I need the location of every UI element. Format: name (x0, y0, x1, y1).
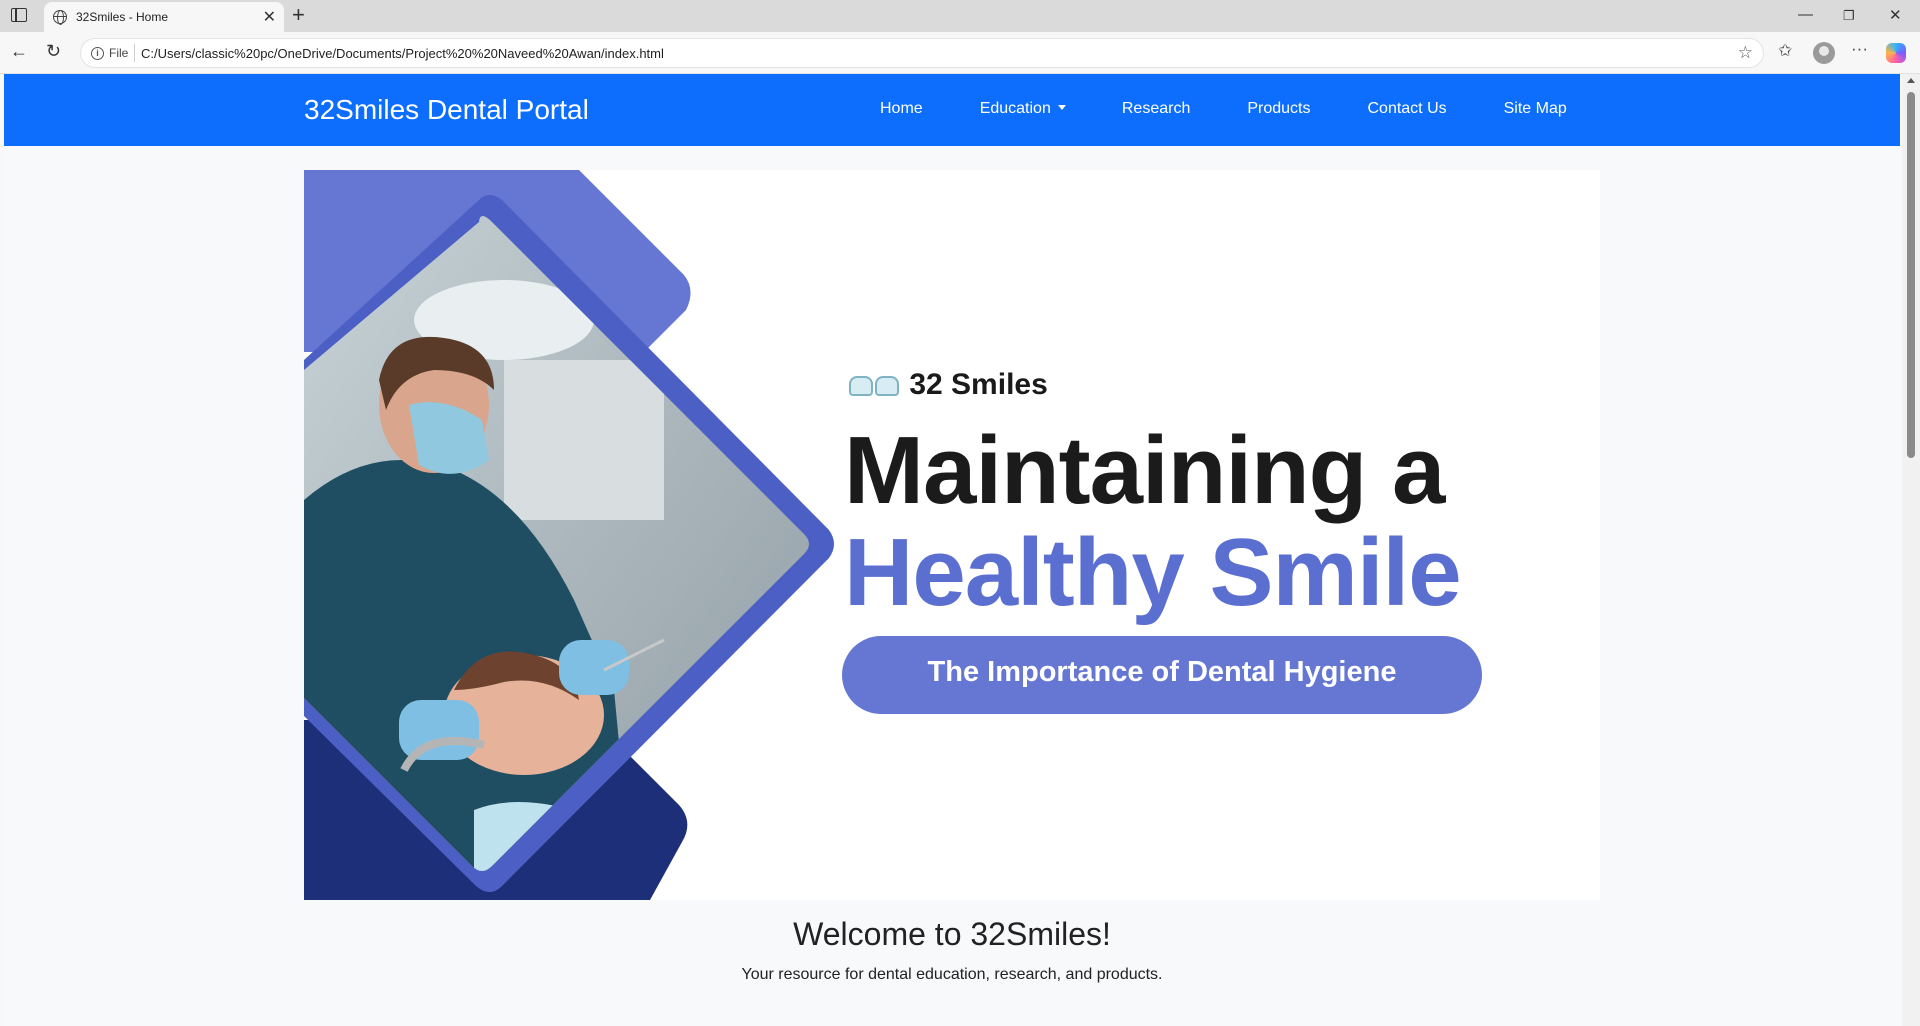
nav-links: Home Education Research Products Contact… (880, 100, 1567, 118)
nav-education[interactable]: Education (980, 100, 1066, 118)
hero-headline-line1: Maintaining a (844, 417, 1445, 524)
welcome-subtitle: Your resource for dental education, rese… (741, 966, 1163, 983)
url-text[interactable]: C:/Users/classic%20pc/OneDrive/Documents… (134, 44, 664, 62)
nav-sitemap[interactable]: Site Map (1504, 100, 1567, 118)
favorites-icon[interactable]: ✩ (1778, 41, 1792, 61)
nav-education-label: Education (979, 100, 1051, 117)
profile-avatar[interactable] (1813, 42, 1835, 64)
copilot-icon[interactable] (1886, 43, 1906, 63)
nav-home[interactable]: Home (880, 100, 923, 118)
site-navbar: 32Smiles Dental Portal Home Education Re… (4, 74, 1900, 146)
new-tab-button[interactable]: + (292, 2, 305, 28)
dropdown-caret-icon (1057, 105, 1066, 110)
favorite-star-icon[interactable]: ☆ (1738, 43, 1753, 63)
hero-photo-graphic (304, 170, 834, 900)
browser-tabbar: 32Smiles - Home ✕ + — ❐ ✕ (0, 0, 1920, 32)
hero-pill-banner: The Importance of Dental Hygiene (842, 636, 1482, 714)
hero-banner: 32 Smiles Maintaining a Healthy Smile Th… (304, 170, 1600, 900)
tooth-logo-icon (875, 376, 899, 396)
reload-button[interactable]: ↻ (46, 41, 61, 62)
restore-button[interactable]: ❐ (1843, 8, 1855, 24)
address-bar[interactable]: i File C:/Users/classic%20pc/OneDrive/Do… (80, 38, 1764, 68)
hero-pill-text: The Importance of Dental Hygiene (927, 656, 1397, 688)
welcome-title: Welcome to 32Smiles! (793, 916, 1111, 952)
browser-tab-active[interactable]: 32Smiles - Home ✕ (44, 2, 284, 32)
close-tab-icon[interactable]: ✕ (263, 7, 276, 27)
browser-toolbar: ← ↻ i File C:/Users/classic%20pc/OneDriv… (0, 32, 1920, 74)
tooth-logo-icon (849, 376, 873, 396)
hero-headline-line2: Healthy Smile (844, 519, 1462, 626)
close-window-button[interactable]: ✕ (1889, 6, 1902, 24)
file-chip: File (109, 46, 129, 60)
hero-brand-text: 32 Smiles (909, 368, 1048, 401)
minimize-button[interactable]: — (1798, 6, 1813, 23)
nav-research[interactable]: Research (1122, 100, 1190, 118)
tab-actions-icon[interactable] (11, 8, 27, 22)
scroll-up-arrow-icon[interactable] (1907, 78, 1915, 83)
scroll-thumb[interactable] (1907, 92, 1915, 458)
tab-title: 32Smiles - Home (76, 10, 169, 24)
globe-icon (53, 10, 67, 25)
site-brand[interactable]: 32Smiles Dental Portal (304, 94, 589, 126)
page-viewport: 32Smiles Dental Portal Home Education Re… (4, 74, 1900, 1026)
page-scrollbar[interactable] (1902, 74, 1920, 1026)
more-menu-icon[interactable]: ··· (1851, 39, 1868, 59)
back-button[interactable]: ← (10, 41, 28, 62)
nav-contact[interactable]: Contact Us (1367, 100, 1446, 118)
nav-products[interactable]: Products (1247, 100, 1310, 118)
info-icon[interactable]: i (91, 47, 104, 60)
hero-brand-line: 32 Smiles (849, 368, 1048, 402)
